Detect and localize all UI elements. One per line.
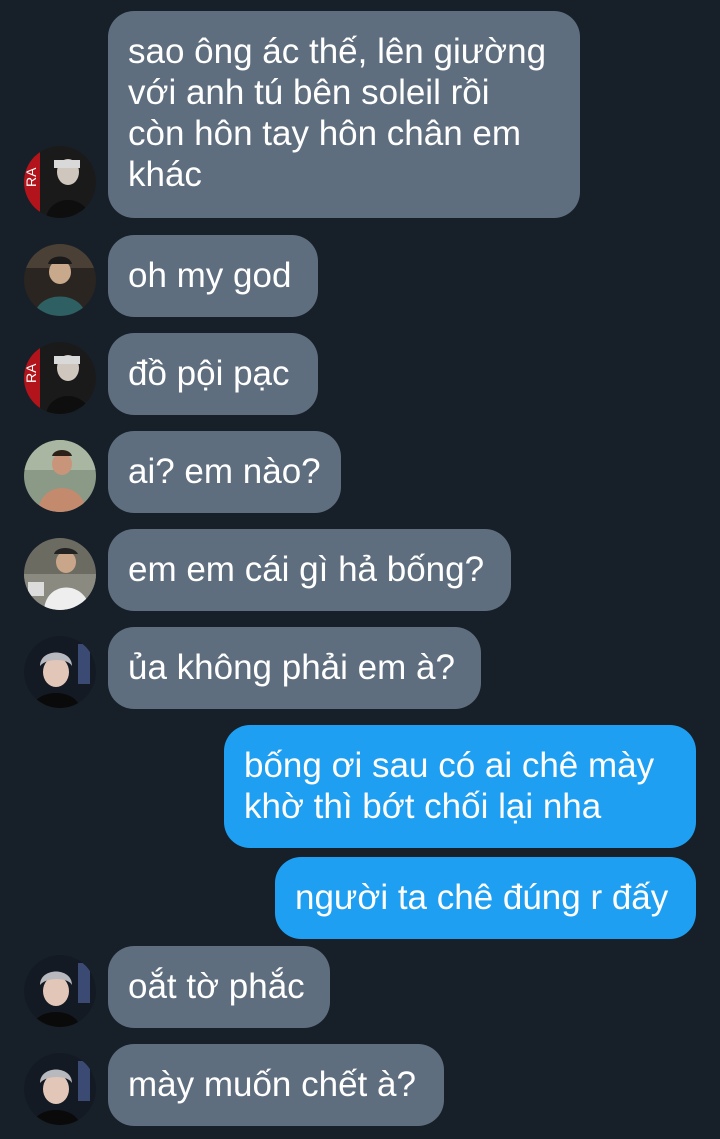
avatar-silver-hair-person-icon[interactable] bbox=[24, 636, 96, 708]
incoming-message-bubble[interactable]: ủa không phải em à? bbox=[108, 627, 481, 709]
incoming-message-bubble[interactable]: ai? em nào? bbox=[108, 431, 341, 513]
avatar-teal-jacket-person-icon[interactable] bbox=[24, 244, 96, 316]
outgoing-message-bubble[interactable]: người ta chê đúng r đấy bbox=[275, 857, 696, 939]
svg-text:RA: RA bbox=[24, 167, 39, 187]
incoming-message-bubble[interactable]: oắt tờ phắc bbox=[108, 946, 330, 1028]
avatar-red-background-person-icon[interactable]: RA bbox=[24, 342, 96, 414]
avatar-white-shirt-person-icon[interactable] bbox=[24, 538, 96, 610]
outgoing-message-bubble[interactable]: bống ơi sau có ai chê mày khờ thì bớt ch… bbox=[224, 725, 696, 848]
avatar-silver-hair-person-icon[interactable] bbox=[24, 955, 96, 1027]
incoming-message-bubble[interactable]: oh my god bbox=[108, 235, 318, 317]
incoming-message-bubble[interactable]: em em cái gì hả bống? bbox=[108, 529, 511, 611]
chat-message-list[interactable]: RA sao ông ác thế, lên giường với anh tú… bbox=[0, 0, 720, 1139]
incoming-message-bubble[interactable]: mày muốn chết à? bbox=[108, 1044, 444, 1126]
avatar-silver-hair-person-icon[interactable] bbox=[24, 1053, 96, 1125]
incoming-message-bubble[interactable]: đồ pội pạc bbox=[108, 333, 318, 415]
svg-text:RA: RA bbox=[24, 363, 39, 383]
avatar-red-background-person-icon[interactable]: RA bbox=[24, 146, 96, 218]
avatar-shirtless-person-icon[interactable] bbox=[24, 440, 96, 512]
incoming-message-bubble[interactable]: sao ông ác thế, lên giường với anh tú bê… bbox=[108, 11, 580, 218]
